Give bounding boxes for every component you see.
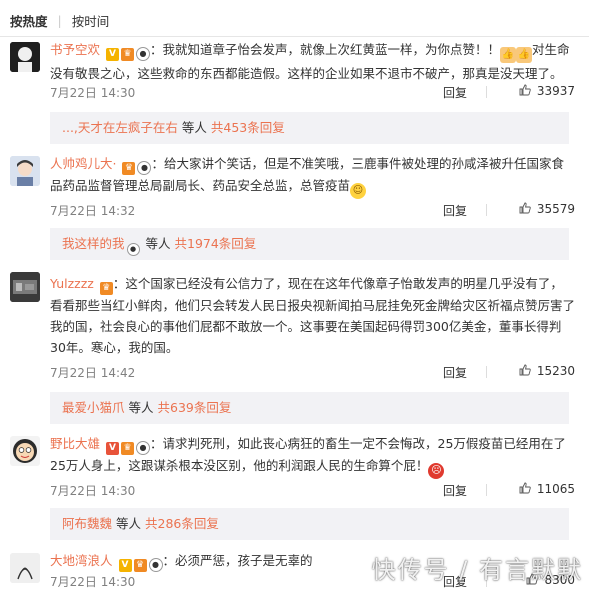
meta-divider [486,484,487,496]
thumbs-up-emoji-icon: 👍 [500,47,517,63]
like-icon [519,364,531,376]
panda-badge-icon: ● [136,441,150,455]
avatar[interactable] [10,436,40,466]
reply-user[interactable]: ...,天才在左疯子在右 [62,120,178,135]
vip-badge-icon: ♛ [121,48,134,61]
thumbs-up-emoji-icon: 👍 [516,47,533,63]
reply-summary[interactable]: 我这样的我 ● 等人 共1974条回复 [50,228,569,260]
reply-user[interactable]: 最爱小猫爪 [62,400,125,415]
username[interactable]: Yulzzzz [50,276,94,291]
reply-summary[interactable]: 最爱小猫爪 等人 共639条回复 [50,392,569,424]
meta-divider [486,366,487,378]
like-count: 15230 [536,364,575,378]
reply-button[interactable]: 回复 [443,482,467,499]
sort-time-tab[interactable]: 按时间 [72,11,116,30]
comment-meta: 7月22日 14:42 回复 15230 [50,364,575,382]
vip-badge-icon: ♛ [121,442,134,455]
verified-badge-icon: V [118,559,132,572]
reply-text: 等人 [181,120,207,135]
like-count: 11065 [536,482,575,496]
reply-count[interactable]: 共1974条回复 [175,236,257,251]
reply-button[interactable]: 回复 [443,84,467,101]
username[interactable]: 人帅鸡儿大· [50,156,116,171]
like-button[interactable]: 11065 [519,482,575,496]
comment-body: 书予空欢 V ♛ ● ：我就知道章子怡会发声，就像上次红黄蓝一样，为你点赞！！ 👍 👍 对生… [50,42,570,81]
reply-text: 等人 [116,516,142,531]
reply-count[interactable]: 共453条回复 [211,120,285,135]
comment-text: 必须严惩，孩子是无辜的 [175,553,313,568]
reply-count[interactable]: 共286条回复 [145,516,219,531]
reply-text: 等人 [145,236,171,251]
verified-badge-icon: V [106,48,119,61]
avatar[interactable] [10,272,40,302]
avatar-icon [10,436,40,466]
username[interactable]: 野比大雄 [50,436,100,451]
comment-meta: 7月22日 14:30 回复 33937 [50,84,575,102]
timestamp: 7月22日 14:32 [50,204,136,218]
timestamp: 7月22日 14:30 [50,575,136,589]
like-button[interactable]: 15230 [519,364,575,378]
reply-user[interactable]: 我这样的我 [62,236,125,251]
avatar-icon [10,553,40,583]
vip-badge-icon: ♛ [133,559,147,572]
avatar[interactable] [10,156,40,186]
comment-body: 野比大雄 V ♛ ● ：请求判死刑，如此丧心病狂的畜生一定不会悔改，25万假疫苗已经用… [50,433,575,479]
reply-text: 等人 [128,400,154,415]
like-button[interactable]: 35579 [519,202,575,216]
comment-meta: 7月22日 14:32 回复 35579 [50,202,575,220]
avatar-icon [10,42,40,72]
comment-text: 这个国家已经没有公信力了，现在在这年代像章子怡敢发声的明星几乎没有了，看看那些当… [50,276,576,355]
vip-badge-icon: ♛ [99,282,113,295]
comment-item: 野比大雄 V ♛ ● ：请求判死刑，如此丧心病狂的畜生一定不会悔改，25万假疫苗已经用… [0,432,589,542]
panda-badge-icon: ● [137,161,152,175]
reply-summary[interactable]: 阿布魏魏 等人 共286条回复 [50,508,569,540]
top-divider [0,36,589,37]
vip-badge-icon: ♛ [122,162,136,175]
sort-bar: 按热度 | 按时间 [10,8,115,32]
like-button[interactable]: 33937 [519,84,575,98]
timestamp: 7月22日 14:30 [50,86,136,100]
smile-emoji-icon: ☺ [350,183,367,199]
avatar[interactable] [10,553,40,583]
timestamp: 7月22日 14:30 [50,484,136,498]
reply-user[interactable]: 阿布魏魏 [62,516,112,531]
reply-button[interactable]: 回复 [443,202,467,219]
angry-emoji-icon: ☹ [428,463,445,479]
comment-body: 人帅鸡儿大· ♛ ● ：给大家讲个笑话，但是不准笑哦，三鹿事件被处理的孙咸泽被升任国… [50,153,575,199]
meta-divider [486,204,487,216]
comment-item: 人帅鸡儿大· ♛ ● ：给大家讲个笑话，但是不准笑哦，三鹿事件被处理的孙咸泽被升任国… [0,152,589,262]
comment-text: 我就知道章子怡会发声，就像上次红黄蓝一样，为你点赞！！ [162,42,501,57]
like-icon [519,482,531,494]
reply-count[interactable]: 共639条回复 [158,400,232,415]
timestamp: 7月22日 14:42 [50,366,136,380]
like-icon [519,202,531,214]
reply-summary[interactable]: ...,天才在左疯子在右 等人 共453条回复 [50,112,569,144]
sort-hot-tab[interactable]: 按热度 [10,11,54,30]
watermark: 快传号 / 有言默默 [371,556,583,584]
sort-separator: | [57,12,62,28]
username[interactable]: 书予空欢 [50,42,100,57]
comment-item: Yulzzzz ♛ ：这个国家已经没有公信力了，现在在这年代像章子怡敢发声的明星几… [0,268,589,428]
comment-body: Yulzzzz ♛ ：这个国家已经没有公信力了，现在在这年代像章子怡敢发声的明星几… [50,276,576,355]
comment-meta: 7月22日 14:30 回复 11065 [50,482,575,500]
panda-badge-icon: ● [136,47,150,61]
like-count: 33937 [536,84,575,98]
panda-badge-icon: ● [148,558,163,572]
like-icon [519,84,531,96]
meta-divider [486,86,487,98]
reply-button[interactable]: 回复 [443,364,467,381]
panda-emoji-icon: ● [126,243,140,256]
avatar-icon [10,156,40,186]
username[interactable]: 大地湾浪人 [50,553,113,568]
comment-item: 书予空欢 V ♛ ● ：我就知道章子怡会发声，就像上次红黄蓝一样，为你点赞！！ 👍 👍 对生… [0,38,589,148]
avatar-icon [10,272,40,302]
verified-badge-icon: V [106,442,119,455]
like-count: 35579 [536,202,575,216]
avatar[interactable] [10,42,40,72]
